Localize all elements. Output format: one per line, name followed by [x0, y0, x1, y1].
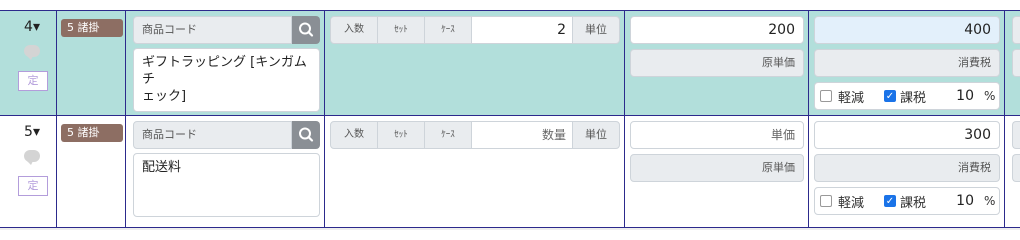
next-row-edge	[0, 228, 1020, 230]
unit-label[interactable]: 単位	[572, 16, 620, 44]
item-name-line: ェック]	[142, 89, 187, 104]
comment-icon[interactable]	[24, 45, 40, 60]
amount-field[interactable]: 300	[814, 121, 1000, 149]
next-column-field[interactable]	[1012, 154, 1020, 182]
grid-divider	[808, 116, 809, 227]
product-code-input[interactable]: 商品コード	[133, 121, 292, 149]
line-item-row-4: 4▾ 定 5 諸掛 商品コード ギフトラッピング [キンガムチ ェック] 入数 …	[0, 10, 1020, 116]
cost-price-field[interactable]: 原単価	[630, 154, 804, 182]
grid-divider	[808, 11, 809, 115]
amount-field[interactable]: 400	[814, 16, 1000, 44]
unit-price-input[interactable]: 200	[630, 16, 804, 44]
cost-price-field[interactable]: 原単価	[630, 49, 804, 77]
grid-divider	[624, 116, 625, 227]
consumption-tax-field[interactable]: 消費税	[814, 154, 1000, 182]
comment-icon[interactable]	[24, 150, 40, 165]
tax-rate-input[interactable]: 10	[940, 88, 974, 104]
grid-divider	[56, 116, 57, 227]
percent-sign: %	[984, 194, 996, 208]
set-qty-label: ｾｯﾄ	[377, 16, 425, 44]
line-item-row-5: 5▾ 定 5 諸掛 商品コード 配送料 入数 ｾｯﾄ ｹｰｽ 数量 単位 単価 …	[0, 116, 1020, 228]
grid-divider	[624, 11, 625, 115]
item-name-field[interactable]: 配送料	[133, 153, 320, 217]
search-icon	[299, 127, 314, 142]
item-name-field[interactable]: ギフトラッピング [キンガムチ ェック]	[133, 48, 320, 112]
pack-qty-label: 入数	[330, 121, 378, 149]
quantity-input[interactable]: 2	[471, 16, 573, 44]
row-number-menu[interactable]: 5▾	[12, 124, 52, 140]
unit-label[interactable]: 単位	[572, 121, 620, 149]
case-qty-label: ｹｰｽ	[424, 121, 472, 149]
grid-divider	[324, 116, 325, 227]
grid-divider	[1004, 11, 1005, 115]
row-number-menu[interactable]: 4▾	[12, 19, 52, 35]
taxable-checkbox[interactable]: ✓	[884, 90, 896, 102]
next-column-field[interactable]	[1012, 16, 1020, 44]
taxable-checkbox[interactable]: ✓	[884, 195, 896, 207]
reduced-tax-label: 軽減	[838, 196, 865, 211]
taxable-label: 課税	[900, 91, 927, 106]
item-name-line: 配送料	[142, 160, 182, 175]
set-qty-label: ｾｯﾄ	[377, 121, 425, 149]
pack-qty-label: 入数	[330, 16, 378, 44]
taxable-label: 課税	[900, 196, 927, 211]
reduced-tax-checkbox[interactable]	[820, 90, 832, 102]
product-search-button[interactable]	[292, 121, 320, 149]
unit-price-input[interactable]: 単価	[630, 121, 804, 149]
search-icon	[299, 22, 314, 37]
grid-divider	[125, 116, 126, 227]
grid-divider	[125, 11, 126, 115]
fixed-price-stamp[interactable]: 定	[18, 71, 48, 91]
fixed-price-stamp[interactable]: 定	[18, 176, 48, 196]
consumption-tax-field[interactable]: 消費税	[814, 49, 1000, 77]
tax-rate-input[interactable]: 10	[940, 193, 974, 209]
next-column-field[interactable]	[1012, 49, 1020, 77]
grid-divider	[1004, 116, 1005, 227]
reduced-tax-label: 軽減	[838, 91, 865, 106]
item-name-line: ギフトラッピング [キンガムチ	[142, 55, 307, 87]
case-qty-label: ｹｰｽ	[424, 16, 472, 44]
check-icon: ✓	[885, 91, 895, 102]
product-code-input[interactable]: 商品コード	[133, 16, 292, 44]
quantity-input[interactable]: 数量	[471, 121, 573, 149]
grid-divider	[324, 11, 325, 115]
percent-sign: %	[984, 89, 996, 103]
category-badge[interactable]: 5 諸掛	[61, 124, 123, 142]
reduced-tax-checkbox[interactable]	[820, 195, 832, 207]
category-badge[interactable]: 5 諸掛	[61, 19, 123, 37]
next-column-field[interactable]	[1012, 121, 1020, 149]
grid-divider	[56, 11, 57, 115]
product-search-button[interactable]	[292, 16, 320, 44]
check-icon: ✓	[885, 196, 895, 207]
